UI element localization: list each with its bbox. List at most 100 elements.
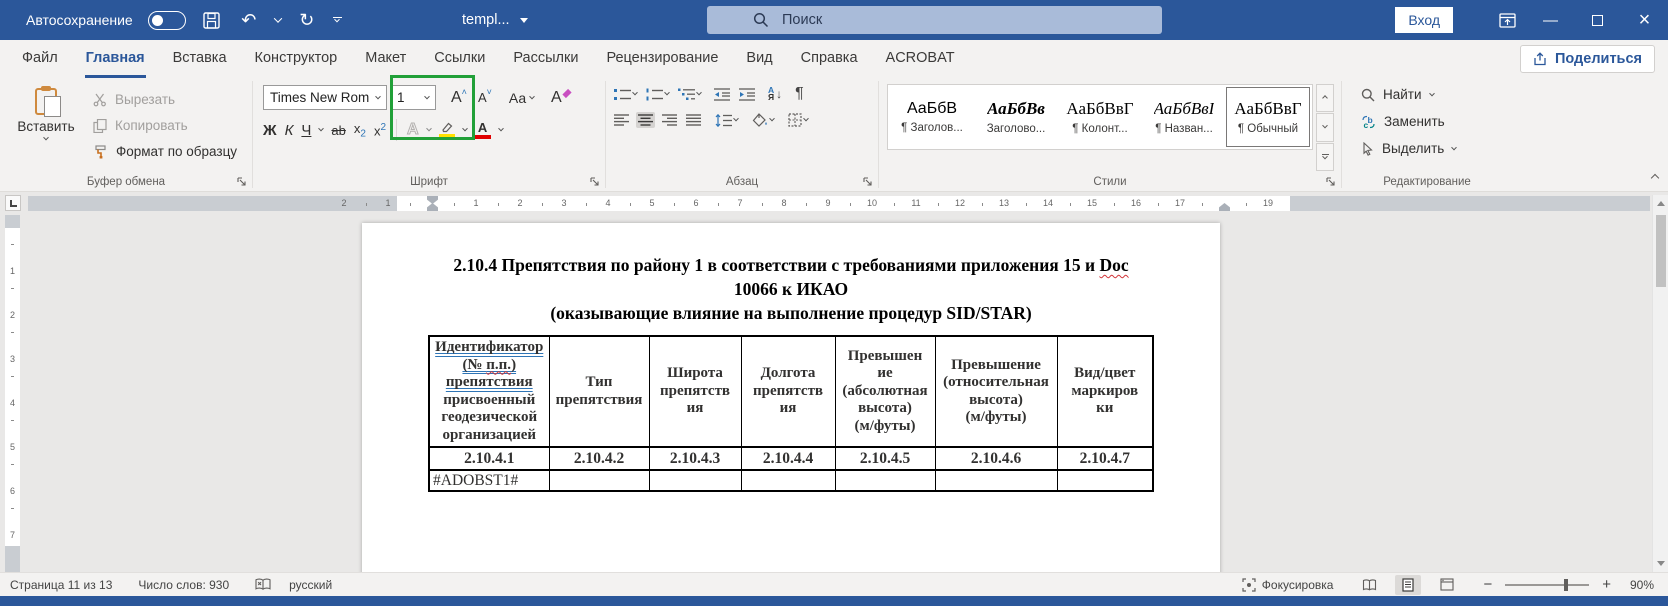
scroll-down-icon[interactable] <box>1653 556 1668 571</box>
table-ref-cell[interactable]: 2.10.4.2 <box>549 447 649 470</box>
paste-button[interactable]: Вставить <box>10 84 82 171</box>
table-header[interactable]: Долгота препятств ия <box>741 336 835 447</box>
shrink-font-button[interactable]: А˅ <box>474 88 496 107</box>
table-header[interactable]: Превышен ие (абсолютная высота) (м/футы) <box>835 336 935 447</box>
share-button[interactable]: Поделиться <box>1520 45 1655 73</box>
obstacles-table[interactable]: Идентификатор (№ п.п.) препятствия присв… <box>428 335 1154 492</box>
copy-button[interactable]: Копировать <box>88 114 242 137</box>
text-effects-button[interactable]: А <box>407 121 419 139</box>
borders-button[interactable] <box>788 113 808 127</box>
autosave-toggle[interactable] <box>148 11 186 30</box>
print-layout-button[interactable] <box>1395 575 1421 595</box>
table-header[interactable]: Тип препятствия <box>549 336 649 447</box>
title-dropdown-icon[interactable] <box>520 18 528 23</box>
style-card[interactable]: АаБбВвГ¶ Колонт... <box>1058 87 1142 147</box>
strikethrough-button[interactable]: ab <box>331 123 345 138</box>
table-header[interactable]: Широта препятств ия <box>649 336 741 447</box>
table-ref-cell[interactable]: 2.10.4.5 <box>835 447 935 470</box>
styles-scroll-up-icon[interactable] <box>1316 84 1334 112</box>
styles-dialog-launcher-icon[interactable] <box>1326 177 1336 187</box>
tab-рассылки[interactable]: Рассылки <box>499 40 592 78</box>
shading-button[interactable] <box>752 113 774 127</box>
style-card[interactable]: АаБбВвЗаголово... <box>974 87 1058 147</box>
web-layout-button[interactable] <box>1434 575 1460 595</box>
underline-button[interactable]: Ч <box>301 122 311 139</box>
replace-button[interactable]: bc Заменить <box>1356 110 1512 133</box>
sort-button[interactable]: АЯ ↓ <box>768 87 782 101</box>
minimize-button[interactable]: — <box>1527 0 1574 40</box>
zoom-level[interactable]: 90% <box>1630 578 1654 592</box>
highlight-chevron-icon[interactable] <box>462 126 468 132</box>
paste-dropdown-chevron-icon[interactable] <box>43 135 49 141</box>
scroll-up-icon[interactable] <box>1653 196 1668 211</box>
table-header[interactable]: Превышение (относительная высота) (м/фут… <box>935 336 1057 447</box>
align-left-button[interactable] <box>614 114 629 126</box>
increase-indent-button[interactable] <box>739 88 755 101</box>
document-heading[interactable]: 2.10.4 Препятствия по району 1 в соответ… <box>362 253 1220 325</box>
multilevel-list-button[interactable] <box>678 88 701 101</box>
grow-font-button[interactable]: А˄ <box>447 87 471 109</box>
zoom-out-button[interactable]: − <box>1483 577 1492 592</box>
proofing-icon[interactable] <box>255 578 271 591</box>
close-button[interactable]: × <box>1621 0 1668 40</box>
search-box[interactable]: Поиск <box>707 6 1162 34</box>
styles-scroll-down-icon[interactable] <box>1316 113 1334 141</box>
document-page[interactable]: 2.10.4 Препятствия по району 1 в соответ… <box>362 223 1220 572</box>
format-painter-button[interactable]: Формат по образцу <box>88 140 242 163</box>
table-header-identifier[interactable]: Идентификатор (№ п.п.) препятствия присв… <box>429 336 549 447</box>
tab-вид[interactable]: Вид <box>732 40 786 78</box>
table-ref-cell[interactable]: 2.10.4.6 <box>935 447 1057 470</box>
scrollbar-thumb[interactable] <box>1656 215 1666 287</box>
word-count[interactable]: Число слов: 930 <box>138 578 229 592</box>
align-right-button[interactable] <box>662 114 677 126</box>
redo-icon[interactable]: ↻ <box>296 7 318 33</box>
maximize-button[interactable] <box>1574 0 1621 40</box>
tab-макет[interactable]: Макет <box>351 40 420 78</box>
line-spacing-button[interactable] <box>715 114 738 127</box>
cut-button[interactable]: Вырезать <box>88 88 242 111</box>
style-card[interactable]: АаБбВ¶ Заголов... <box>890 87 974 147</box>
italic-button[interactable]: К <box>285 122 294 139</box>
table-value-cell[interactable] <box>835 470 935 491</box>
style-card[interactable]: АаБбВвI¶ Назван... <box>1142 87 1226 147</box>
show-paragraph-marks-button[interactable]: ¶ <box>795 85 804 103</box>
font-dialog-launcher-icon[interactable] <box>590 177 600 187</box>
read-mode-button[interactable] <box>1356 575 1382 595</box>
undo-icon[interactable]: ↶ <box>238 7 260 33</box>
tab-главная[interactable]: Главная <box>72 40 159 78</box>
focus-mode-button[interactable]: Фокусировка <box>1242 578 1334 592</box>
superscript-button[interactable]: x2 <box>374 122 386 138</box>
ribbon-display-options-icon[interactable] <box>1487 0 1527 40</box>
page-indicator[interactable]: Страница 11 из 13 <box>10 578 112 592</box>
clipboard-dialog-launcher-icon[interactable] <box>237 177 247 187</box>
collapse-ribbon-icon[interactable] <box>1652 168 1658 186</box>
select-chevron-icon[interactable] <box>1451 144 1457 150</box>
tab-справка[interactable]: Справка <box>787 40 872 78</box>
bold-button[interactable]: Ж <box>263 122 277 139</box>
select-button[interactable]: Выделить <box>1356 137 1512 160</box>
paragraph-dialog-launcher-icon[interactable] <box>863 177 873 187</box>
tab-ссылки[interactable]: Ссылки <box>420 40 499 78</box>
decrease-indent-button[interactable] <box>714 88 730 101</box>
vertical-ruler[interactable]: 1234567 <box>5 215 20 572</box>
table-value-cell[interactable] <box>549 470 649 491</box>
tab-рецензирование[interactable]: Рецензирование <box>592 40 732 78</box>
language-indicator[interactable]: русский <box>289 578 332 592</box>
text-effects-chevron-icon[interactable] <box>426 126 432 132</box>
save-icon[interactable] <box>201 7 223 33</box>
font-color-button[interactable]: А <box>475 121 491 139</box>
table-value-cell[interactable] <box>1057 470 1153 491</box>
undo-dropdown-chevron-icon[interactable] <box>273 14 281 22</box>
tab-acrobat[interactable]: ACROBAT <box>872 40 969 78</box>
find-chevron-icon[interactable] <box>1429 90 1435 96</box>
table-ref-cell[interactable]: 2.10.4.1 <box>429 447 549 470</box>
style-card[interactable]: АаБбВвГ¶ Обычный <box>1226 87 1310 147</box>
clear-formatting-button[interactable]: А <box>547 87 575 109</box>
table-value-cell[interactable] <box>741 470 835 491</box>
bullets-button[interactable] <box>614 88 637 101</box>
font-name-combo[interactable]: Times New Rom <box>263 85 387 110</box>
horizontal-ruler[interactable]: 21123456789101112131415161719 <box>28 196 1650 211</box>
underline-dropdown-chevron-icon[interactable] <box>319 126 325 132</box>
table-value-cell[interactable] <box>649 470 741 491</box>
styles-more-icon[interactable] <box>1316 143 1334 171</box>
